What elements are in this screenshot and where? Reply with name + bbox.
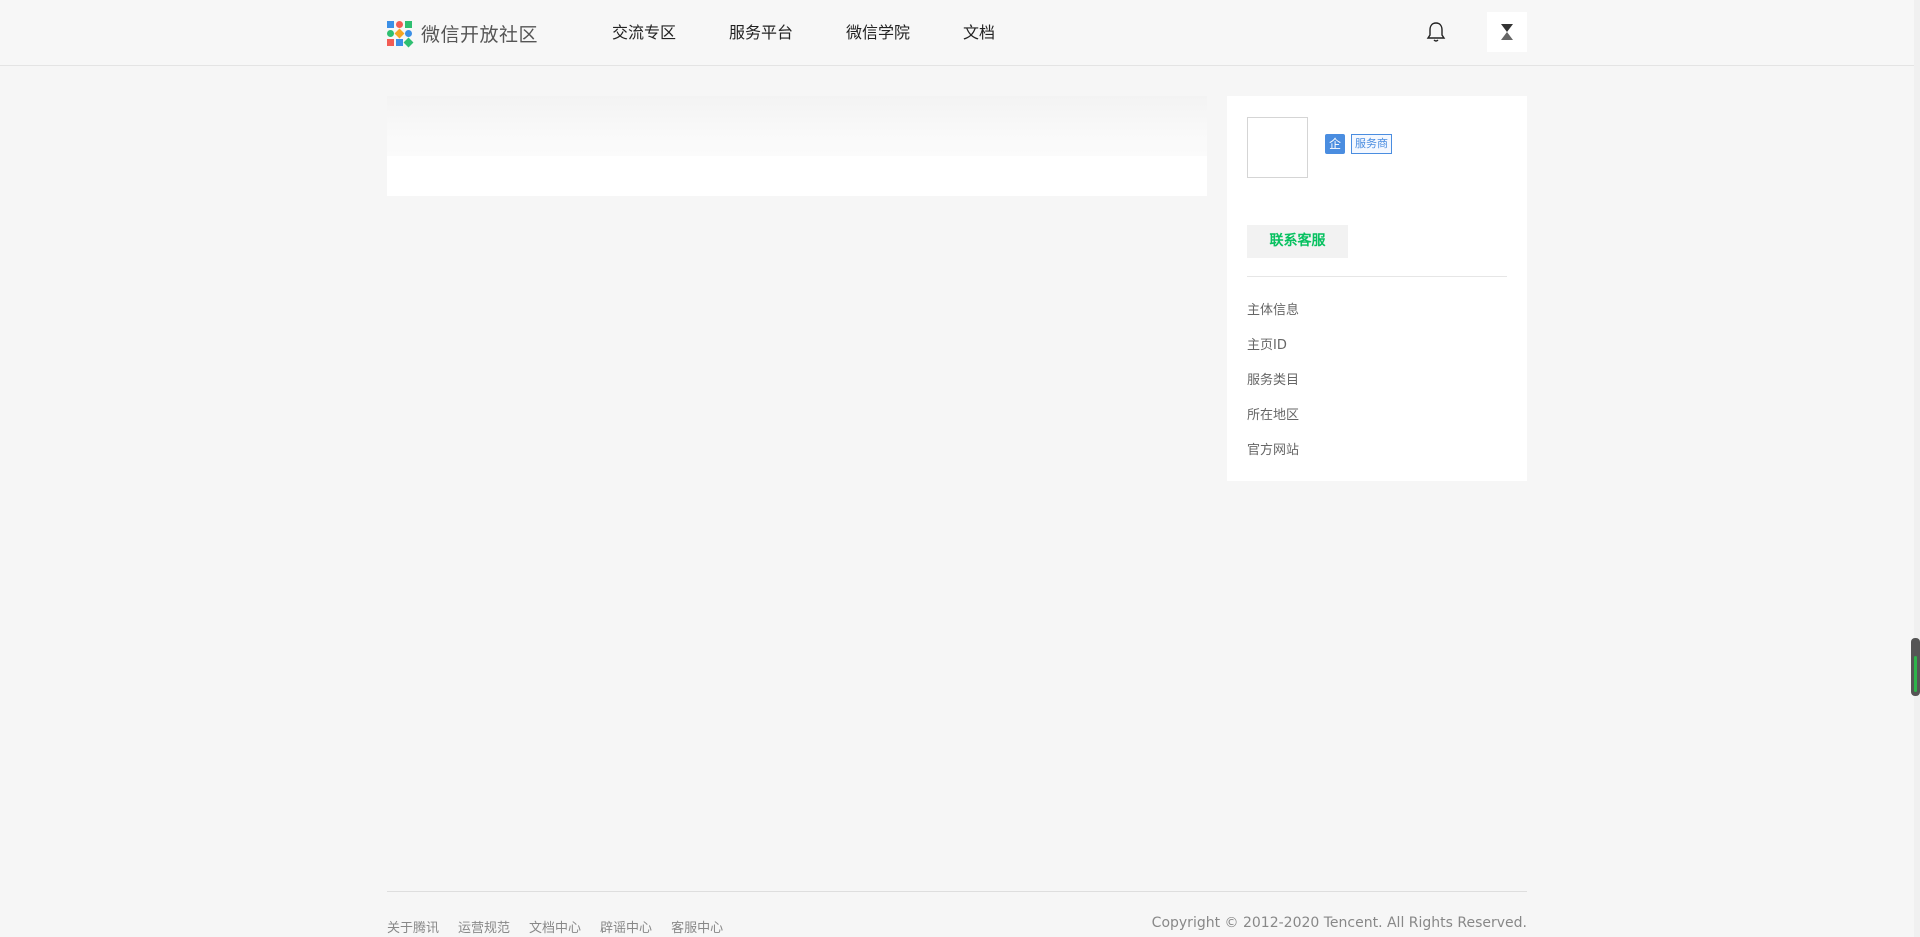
- scrollbar-track[interactable]: [1914, 0, 1920, 937]
- user-avatar-icon[interactable]: [1487, 12, 1527, 52]
- nav-item-docs[interactable]: 文档: [963, 0, 995, 66]
- footer-link-rules[interactable]: 运营规范: [458, 917, 510, 936]
- main-content-card: [387, 96, 1207, 196]
- info-item-service-category: 服务类目: [1247, 373, 1300, 388]
- logo-text: 微信开放社区: [421, 23, 539, 46]
- info-item-homepage-id: 主页ID: [1247, 338, 1287, 353]
- footer-link-rumor[interactable]: 辟谣中心: [600, 917, 652, 936]
- contact-support-button[interactable]: 联系客服: [1247, 225, 1348, 258]
- main-nav: 交流专区 服务平台 微信学院 文档: [612, 0, 1048, 66]
- bell-icon[interactable]: [1426, 21, 1446, 43]
- footer-links: 关于腾讯 运营规范 文档中心 辟谣中心 客服中心: [387, 917, 742, 936]
- footer-divider: [387, 891, 1527, 892]
- loading-placeholder: [387, 96, 1207, 156]
- nav-item-wechat-academy[interactable]: 微信学院: [846, 0, 910, 66]
- provider-badge: 服务商: [1351, 134, 1392, 154]
- info-item-website: 官方网站: [1247, 443, 1300, 458]
- info-item-region: 所在地区: [1247, 408, 1300, 423]
- footer-link-docs[interactable]: 文档中心: [529, 917, 581, 936]
- nav-item-service-platform[interactable]: 服务平台: [729, 0, 793, 66]
- enterprise-badge: 企: [1325, 134, 1345, 154]
- provider-info-list: 主体信息 主页ID 服务类目 所在地区 官方网站: [1247, 300, 1299, 475]
- nav-item-exchange[interactable]: 交流专区: [612, 0, 676, 66]
- footer-link-support[interactable]: 客服中心: [671, 917, 723, 936]
- copyright-text: Copyright © 2012-2020 Tencent. All Right…: [1151, 915, 1527, 931]
- footer-link-about[interactable]: 关于腾讯: [387, 917, 439, 936]
- logo-icon: [387, 20, 414, 47]
- scrollbar-thumb[interactable]: [1911, 638, 1920, 696]
- provider-avatar: [1247, 117, 1308, 178]
- info-item-entity: 主体信息: [1247, 303, 1300, 318]
- top-nav-bar: 微信开放社区 交流专区 服务平台 微信学院 文档: [0, 0, 1914, 66]
- site-logo[interactable]: 微信开放社区: [387, 20, 539, 47]
- divider: [1247, 276, 1507, 277]
- provider-profile-card: 企 服务商 联系客服 主体信息 主页ID 服务类目 所在地区 官方网站: [1227, 96, 1527, 481]
